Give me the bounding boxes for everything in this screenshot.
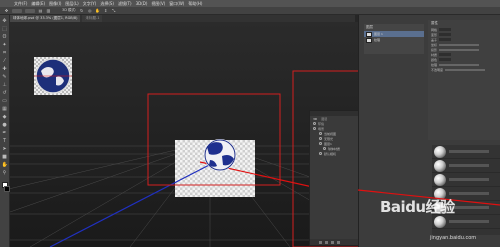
watermark-url: jingyan.baidu.com [430, 235, 477, 241]
watermark-text: Baidu经验 [380, 198, 455, 216]
photoshop-window: 文件(F) 编辑(E) 图像(I) 图层(L) 文字(Y) 选择(S) 滤镜(T… [0, 0, 500, 247]
